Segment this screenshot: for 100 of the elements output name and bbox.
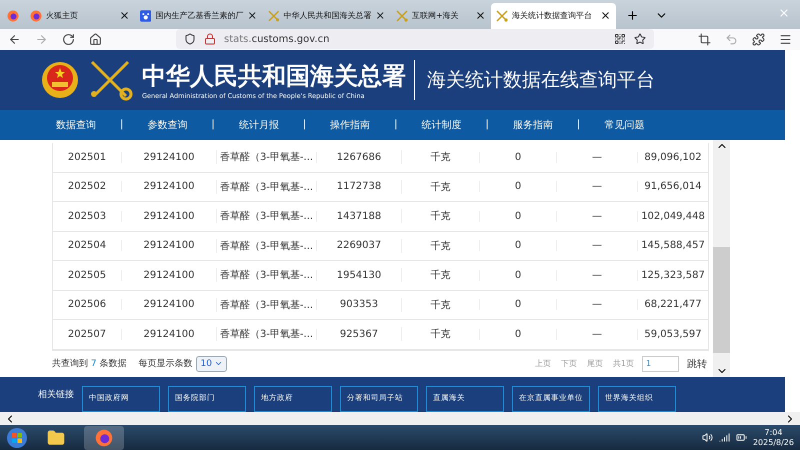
browser-tab[interactable]: 互联网+海关 (391, 2, 491, 29)
close-icon[interactable] (247, 10, 258, 22)
new-tab-icon[interactable] (626, 8, 639, 22)
nav-separator: | (211, 119, 215, 130)
table-cell: 香草醛（3-甲氧基-... (216, 180, 316, 194)
table-cell: 89,096,102 (637, 152, 708, 163)
browser-tab[interactable]: 中华人民共和国海关总署 (263, 2, 391, 29)
table-cell: 1437188 (316, 210, 401, 222)
table-cell: 29124100 (121, 152, 216, 163)
browser-logo-icon (6, 10, 18, 22)
bookmark-star-icon[interactable] (634, 33, 646, 46)
table-cell: 0 (479, 299, 556, 310)
table-cell: 0 (479, 181, 556, 192)
table-cell-text: 202507 (66, 328, 108, 340)
close-icon[interactable] (375, 10, 386, 22)
table-cell: 29124100 (121, 210, 216, 222)
table-cell: 29124100 (121, 299, 216, 310)
national-emblem-icon (40, 60, 80, 100)
nav-link[interactable]: 常见问题 (604, 118, 644, 132)
table-cell: 千克 (401, 180, 479, 194)
table-cell: 千克 (401, 327, 479, 342)
table-cell: 29124100 (121, 181, 216, 192)
table-cell: 2269037 (316, 240, 401, 252)
nav-separator: | (576, 119, 580, 130)
table-cell: — (556, 210, 637, 222)
table-cell: 0 (479, 240, 556, 252)
jump-link[interactable]: 跳转 (687, 356, 707, 371)
reload-icon[interactable] (62, 32, 75, 46)
nav-separator: | (302, 119, 306, 130)
nav-link[interactable]: 操作指南 (330, 118, 370, 132)
table-cell: 0 (479, 210, 556, 222)
nav-link[interactable]: 服务指南 (512, 118, 553, 132)
page-size-select[interactable]: 10 (196, 356, 227, 372)
paw-icon (140, 10, 152, 22)
crossed-keys-icon (496, 10, 508, 22)
table-cell: 29124100 (121, 328, 216, 340)
table-cell: 千克 (401, 298, 479, 312)
close-icon[interactable] (119, 10, 130, 22)
browser-logo-icon (30, 10, 42, 22)
nav-link[interactable]: 数据查询 (56, 118, 96, 132)
back-icon[interactable] (8, 32, 21, 46)
shield-icon (184, 33, 196, 46)
home-icon[interactable] (89, 32, 102, 46)
extensions-icon[interactable] (752, 32, 765, 46)
page-size-label: 每页显示条数 (138, 358, 192, 370)
nav-link[interactable]: 参数查询 (147, 118, 188, 132)
browser-tab[interactable]: 国内生产乙基香兰素的厂 (135, 2, 263, 29)
nav-separator: | (486, 119, 489, 130)
page-number-field[interactable]: 1 (642, 356, 679, 372)
table-cell: 香草醛（3-甲氧基-... (216, 327, 316, 342)
table-cell: 0 (479, 328, 556, 340)
table-cell: 91,656,014 (637, 181, 708, 192)
table-cell: 香草醛（3-甲氧基-... (216, 150, 316, 164)
close-icon[interactable] (475, 10, 486, 22)
table-cell: 千克 (401, 268, 479, 282)
clock[interactable]: 7:04 2025/8/26 (752, 428, 794, 448)
folder-icon (47, 428, 65, 447)
browser-logo-icon (95, 428, 113, 447)
table-cell: 59,053,597 (637, 328, 708, 340)
table-cell: 145,588,457 (637, 240, 708, 252)
table-cell: 香草醛（3-甲氧基-... (216, 238, 316, 253)
table-cell: 千克 (401, 238, 479, 253)
table-cell: — (556, 240, 637, 252)
table-cell: 香草醛（3-甲氧基-... (216, 209, 316, 224)
site-title: 中华人民共和国海关总署 (142, 60, 406, 92)
table-cell: 925367 (316, 328, 401, 340)
crossed-keys-icon (268, 10, 280, 22)
table-cell: — (556, 270, 637, 281)
table-cell: — (556, 299, 637, 310)
result-count: 共查询到 7 条数据 (52, 358, 126, 370)
table-cell-text: 202503 (66, 210, 108, 222)
table-cell-text: 202502 (66, 181, 108, 192)
browser-tab[interactable]: 海关统计数据查询平台 (491, 2, 616, 29)
crop-icon[interactable] (698, 32, 711, 46)
table-cell: 0 (479, 152, 556, 163)
table-cell: 1172738 (316, 181, 401, 192)
table-cell: 903353 (316, 299, 401, 310)
nav-link[interactable]: 统计制度 (422, 118, 462, 132)
nav-separator: | (394, 119, 398, 130)
table-cell: 29124100 (121, 270, 216, 281)
volume-icon[interactable] (702, 432, 713, 444)
battery-icon[interactable] (736, 432, 747, 444)
menu-icon[interactable] (779, 32, 792, 46)
browser-tab[interactable]: 火狐主页 (25, 2, 135, 29)
nav-separator: | (120, 119, 124, 130)
table-cell-text: 202504 (66, 240, 108, 252)
table-cell: 千克 (401, 209, 479, 224)
vertical-scrollbar[interactable] (713, 140, 730, 377)
qr-code-icon[interactable] (614, 33, 626, 46)
address-bar[interactable]: stats.customs.gov.cn (176, 29, 654, 50)
start-button-icon[interactable] (6, 426, 28, 449)
horizontal-scrollbar[interactable] (0, 412, 800, 426)
nav-link[interactable]: 统计月报 (238, 118, 279, 132)
table-cell: 29124100 (121, 240, 216, 252)
table-cell: 125,323,587 (637, 270, 708, 281)
table-cell: — (556, 152, 637, 163)
table-cell: — (556, 181, 637, 192)
close-icon[interactable] (600, 10, 611, 22)
table-cell: 香草醛（3-甲氧基-... (216, 298, 316, 312)
table-cell-text: 202501 (66, 152, 108, 163)
